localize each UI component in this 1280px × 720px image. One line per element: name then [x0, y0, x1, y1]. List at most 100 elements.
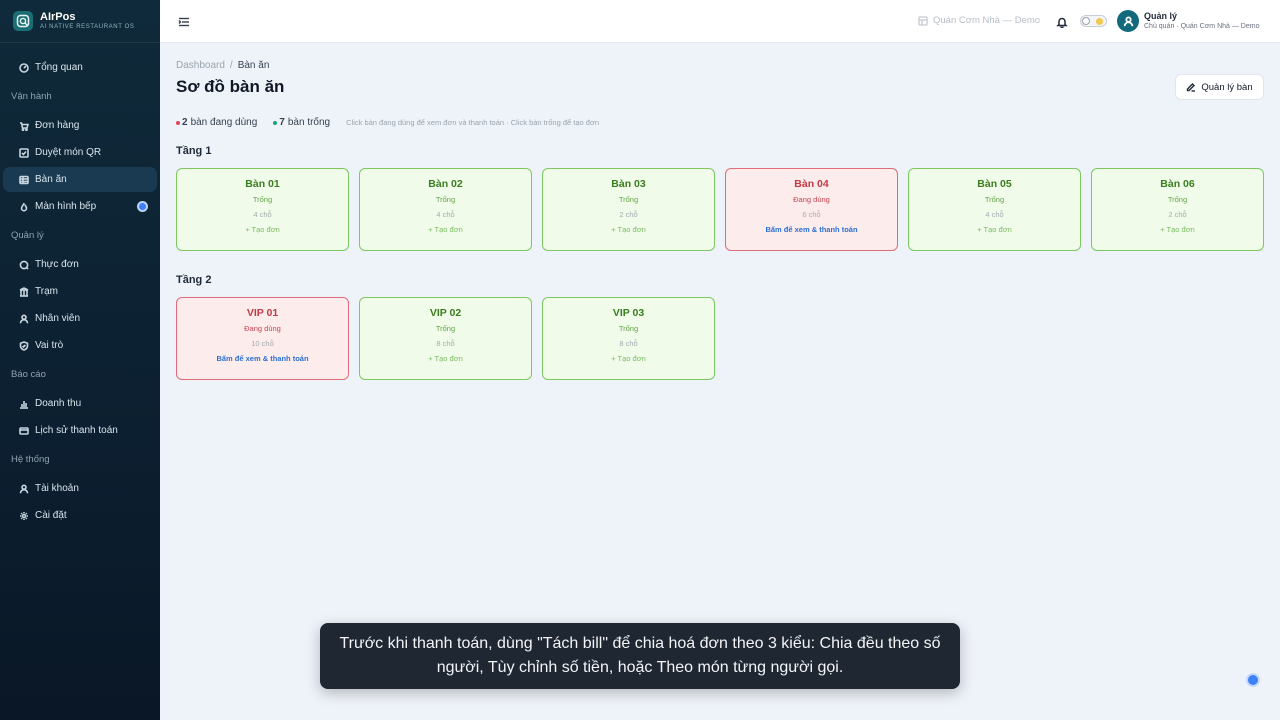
table-seats: 4 chỗ — [253, 210, 272, 219]
table-status: Trống — [252, 195, 273, 204]
user-role: Chủ quán · Quán Cơm Nhà — Demo — [1144, 23, 1260, 30]
flame-icon — [18, 201, 29, 212]
tutorial-toast: Trước khi thanh toán, dùng "Tách bill" đ… — [320, 623, 960, 689]
create-order-link[interactable]: + Tạo đơn — [909, 225, 1080, 234]
create-order-link[interactable]: + Tạo đơn — [543, 354, 714, 363]
theme-toggle[interactable] — [1080, 15, 1107, 27]
manage-tables-label: Quản lý bàn — [1201, 81, 1253, 93]
table-name: Bàn 03 — [611, 178, 646, 190]
sidebar-item-menu[interactable]: Thực đơn — [3, 252, 157, 277]
view-and-pay-link[interactable]: Bấm để xem & thanh toán — [726, 225, 897, 234]
table-card[interactable]: Bàn 02 Trống 4 chỗ + Tạo đơn — [359, 168, 532, 251]
user-icon — [18, 483, 29, 494]
table-name: VIP 03 — [612, 307, 645, 319]
sidebar-item-label: Tài khoản — [35, 483, 79, 494]
table-status: Trống — [618, 324, 639, 333]
table-stats: 2 bàn đang dùng 7 bàn trống Click bàn đa… — [176, 117, 599, 128]
sidebar-item-settings[interactable]: Cài đặt — [3, 503, 157, 528]
breadcrumb: Dashboard / Bàn ăn — [176, 60, 269, 71]
table-seats: 4 chỗ — [436, 210, 455, 219]
nav-section-system: Hệ thống — [11, 454, 50, 465]
sidebar-item-revenue[interactable]: Doanh thu — [3, 391, 157, 416]
create-order-link[interactable]: + Tạo đơn — [360, 354, 531, 363]
free-dot-icon — [273, 120, 278, 125]
sidebar-toggle-icon[interactable] — [178, 15, 190, 27]
create-order-link[interactable]: + Tạo đơn — [543, 225, 714, 234]
table-status: Trống — [1167, 195, 1188, 204]
bell-icon[interactable] — [1056, 15, 1068, 29]
sidebar-item-label: Trạm — [35, 286, 58, 297]
manage-tables-button[interactable]: Quản lý bàn — [1175, 74, 1264, 100]
table-card[interactable]: Bàn 05 Trống 4 chỗ + Tạo đơn — [908, 168, 1081, 251]
breadcrumb-separator: / — [229, 60, 233, 71]
create-order-link[interactable]: + Tạo đơn — [1092, 225, 1263, 234]
usage-hint: Click bàn đang dùng để xem đơn và thanh … — [346, 118, 600, 127]
sidebar-item-kitchen-display[interactable]: Màn hình bếp — [3, 194, 157, 219]
sidebar-item-label: Tổng quan — [35, 62, 83, 73]
table-card[interactable]: VIP 01 Đang dùng 10 chỗ Bấm để xem & thanh … — [176, 297, 349, 380]
user-icon — [1123, 16, 1133, 26]
brand[interactable]: AIrPos AI NATIVE RESTAURANT OS — [0, 0, 160, 43]
page-title: Sơ đồ bàn ăn — [176, 77, 285, 96]
sidebar-item-stations[interactable]: Trạm — [3, 279, 157, 304]
table-name: Bàn 04 — [794, 178, 829, 190]
store-icon — [918, 15, 928, 26]
brand-name: AIrPos — [40, 10, 76, 23]
top-header: Quán Cơm Nhà — Demo Quản lý Chủ quán · Q… — [160, 0, 1280, 43]
avatar[interactable] — [1117, 10, 1139, 32]
table-name: Bàn 01 — [245, 178, 280, 190]
breadcrumb-current: Bàn ăn — [237, 60, 270, 71]
table-card[interactable]: VIP 03 Trống 8 chỗ + Tạo đơn — [542, 297, 715, 380]
sidebar-item-label: Bàn ăn — [35, 174, 67, 185]
busy-dot-icon — [176, 120, 180, 125]
create-order-link[interactable]: + Tạo đơn — [360, 225, 531, 234]
create-order-link[interactable]: + Tạo đơn — [177, 225, 348, 234]
sidebar-item-overview[interactable]: Tổng quan — [3, 55, 157, 80]
edit-icon — [1187, 83, 1196, 92]
sidebar-item-roles[interactable]: Vai trò — [3, 333, 157, 358]
table-name: VIP 01 — [246, 307, 279, 319]
sidebar-item-qr-approval[interactable]: Duyệt món QR — [3, 140, 157, 165]
table-seats: 10 chỗ — [251, 339, 274, 348]
sidebar-item-label: Lịch sử thanh toán — [35, 425, 118, 436]
shield-check-icon — [18, 340, 29, 351]
table-card[interactable]: Bàn 03 Trống 2 chỗ + Tạo đơn — [542, 168, 715, 251]
table-card[interactable]: Bàn 06 Trống 2 chỗ + Tạo đơn — [1091, 168, 1264, 251]
sidebar-item-staff[interactable]: Nhân viên — [3, 306, 157, 331]
sidebar-item-label: Duyệt món QR — [35, 147, 102, 158]
brand-tagline: AI NATIVE RESTAURANT OS — [40, 23, 135, 30]
table-seats: 2 chỗ — [1168, 210, 1187, 219]
sidebar: AIrPos AI NATIVE RESTAURANT OS Tổng quan… — [0, 0, 160, 720]
table-seats: 6 chỗ — [802, 210, 821, 219]
floor-title: Tầng 1 — [176, 145, 212, 157]
sidebar-nav: Tổng quan Vận hành Đơn hàng Duyệt món QR… — [0, 43, 160, 528]
gear-icon — [18, 510, 29, 521]
table-status: Trống — [435, 324, 456, 333]
sidebar-item-orders[interactable]: Đơn hàng — [3, 113, 157, 138]
breadcrumb-root[interactable]: Dashboard — [176, 60, 225, 71]
table-card[interactable]: Bàn 01 Trống 4 chỗ + Tạo đơn — [176, 168, 349, 251]
sidebar-item-payment-history[interactable]: Lịch sử thanh toán — [3, 418, 157, 443]
table-card[interactable]: Bàn 04 Đang dùng 6 chỗ Bấm để xem & thanh t… — [725, 168, 898, 251]
check-square-icon — [18, 147, 29, 158]
table-seats: 4 chỗ — [985, 210, 1004, 219]
sidebar-item-label: Thực đơn — [35, 259, 79, 270]
free-count: 7 — [279, 117, 285, 128]
user-icon — [18, 313, 29, 324]
restaurant-name: Quán Cơm Nhà — Demo — [933, 15, 1041, 26]
busy-label: bàn đang dùng — [190, 117, 258, 128]
view-and-pay-link[interactable]: Bấm để xem & thanh toán — [177, 354, 348, 363]
table-seats: 8 chỗ — [436, 339, 455, 348]
table-card[interactable]: VIP 02 Trống 8 chỗ + Tạo đơn — [359, 297, 532, 380]
credit-card-icon — [18, 425, 29, 436]
dashboard-icon — [18, 62, 29, 73]
sidebar-item-account[interactable]: Tài khoản — [3, 476, 157, 501]
sidebar-item-label: Đơn hàng — [35, 120, 80, 131]
assistant-bubble[interactable] — [1246, 673, 1260, 687]
restaurant-selector[interactable]: Quán Cơm Nhà — Demo — [918, 15, 1040, 26]
user-name[interactable]: Quản lý — [1144, 11, 1177, 21]
sidebar-item-label: Màn hình bếp — [35, 201, 97, 212]
bar-chart-icon — [18, 398, 29, 409]
table-grid-icon — [18, 174, 29, 185]
sidebar-item-tables[interactable]: Bàn ăn — [3, 167, 157, 192]
